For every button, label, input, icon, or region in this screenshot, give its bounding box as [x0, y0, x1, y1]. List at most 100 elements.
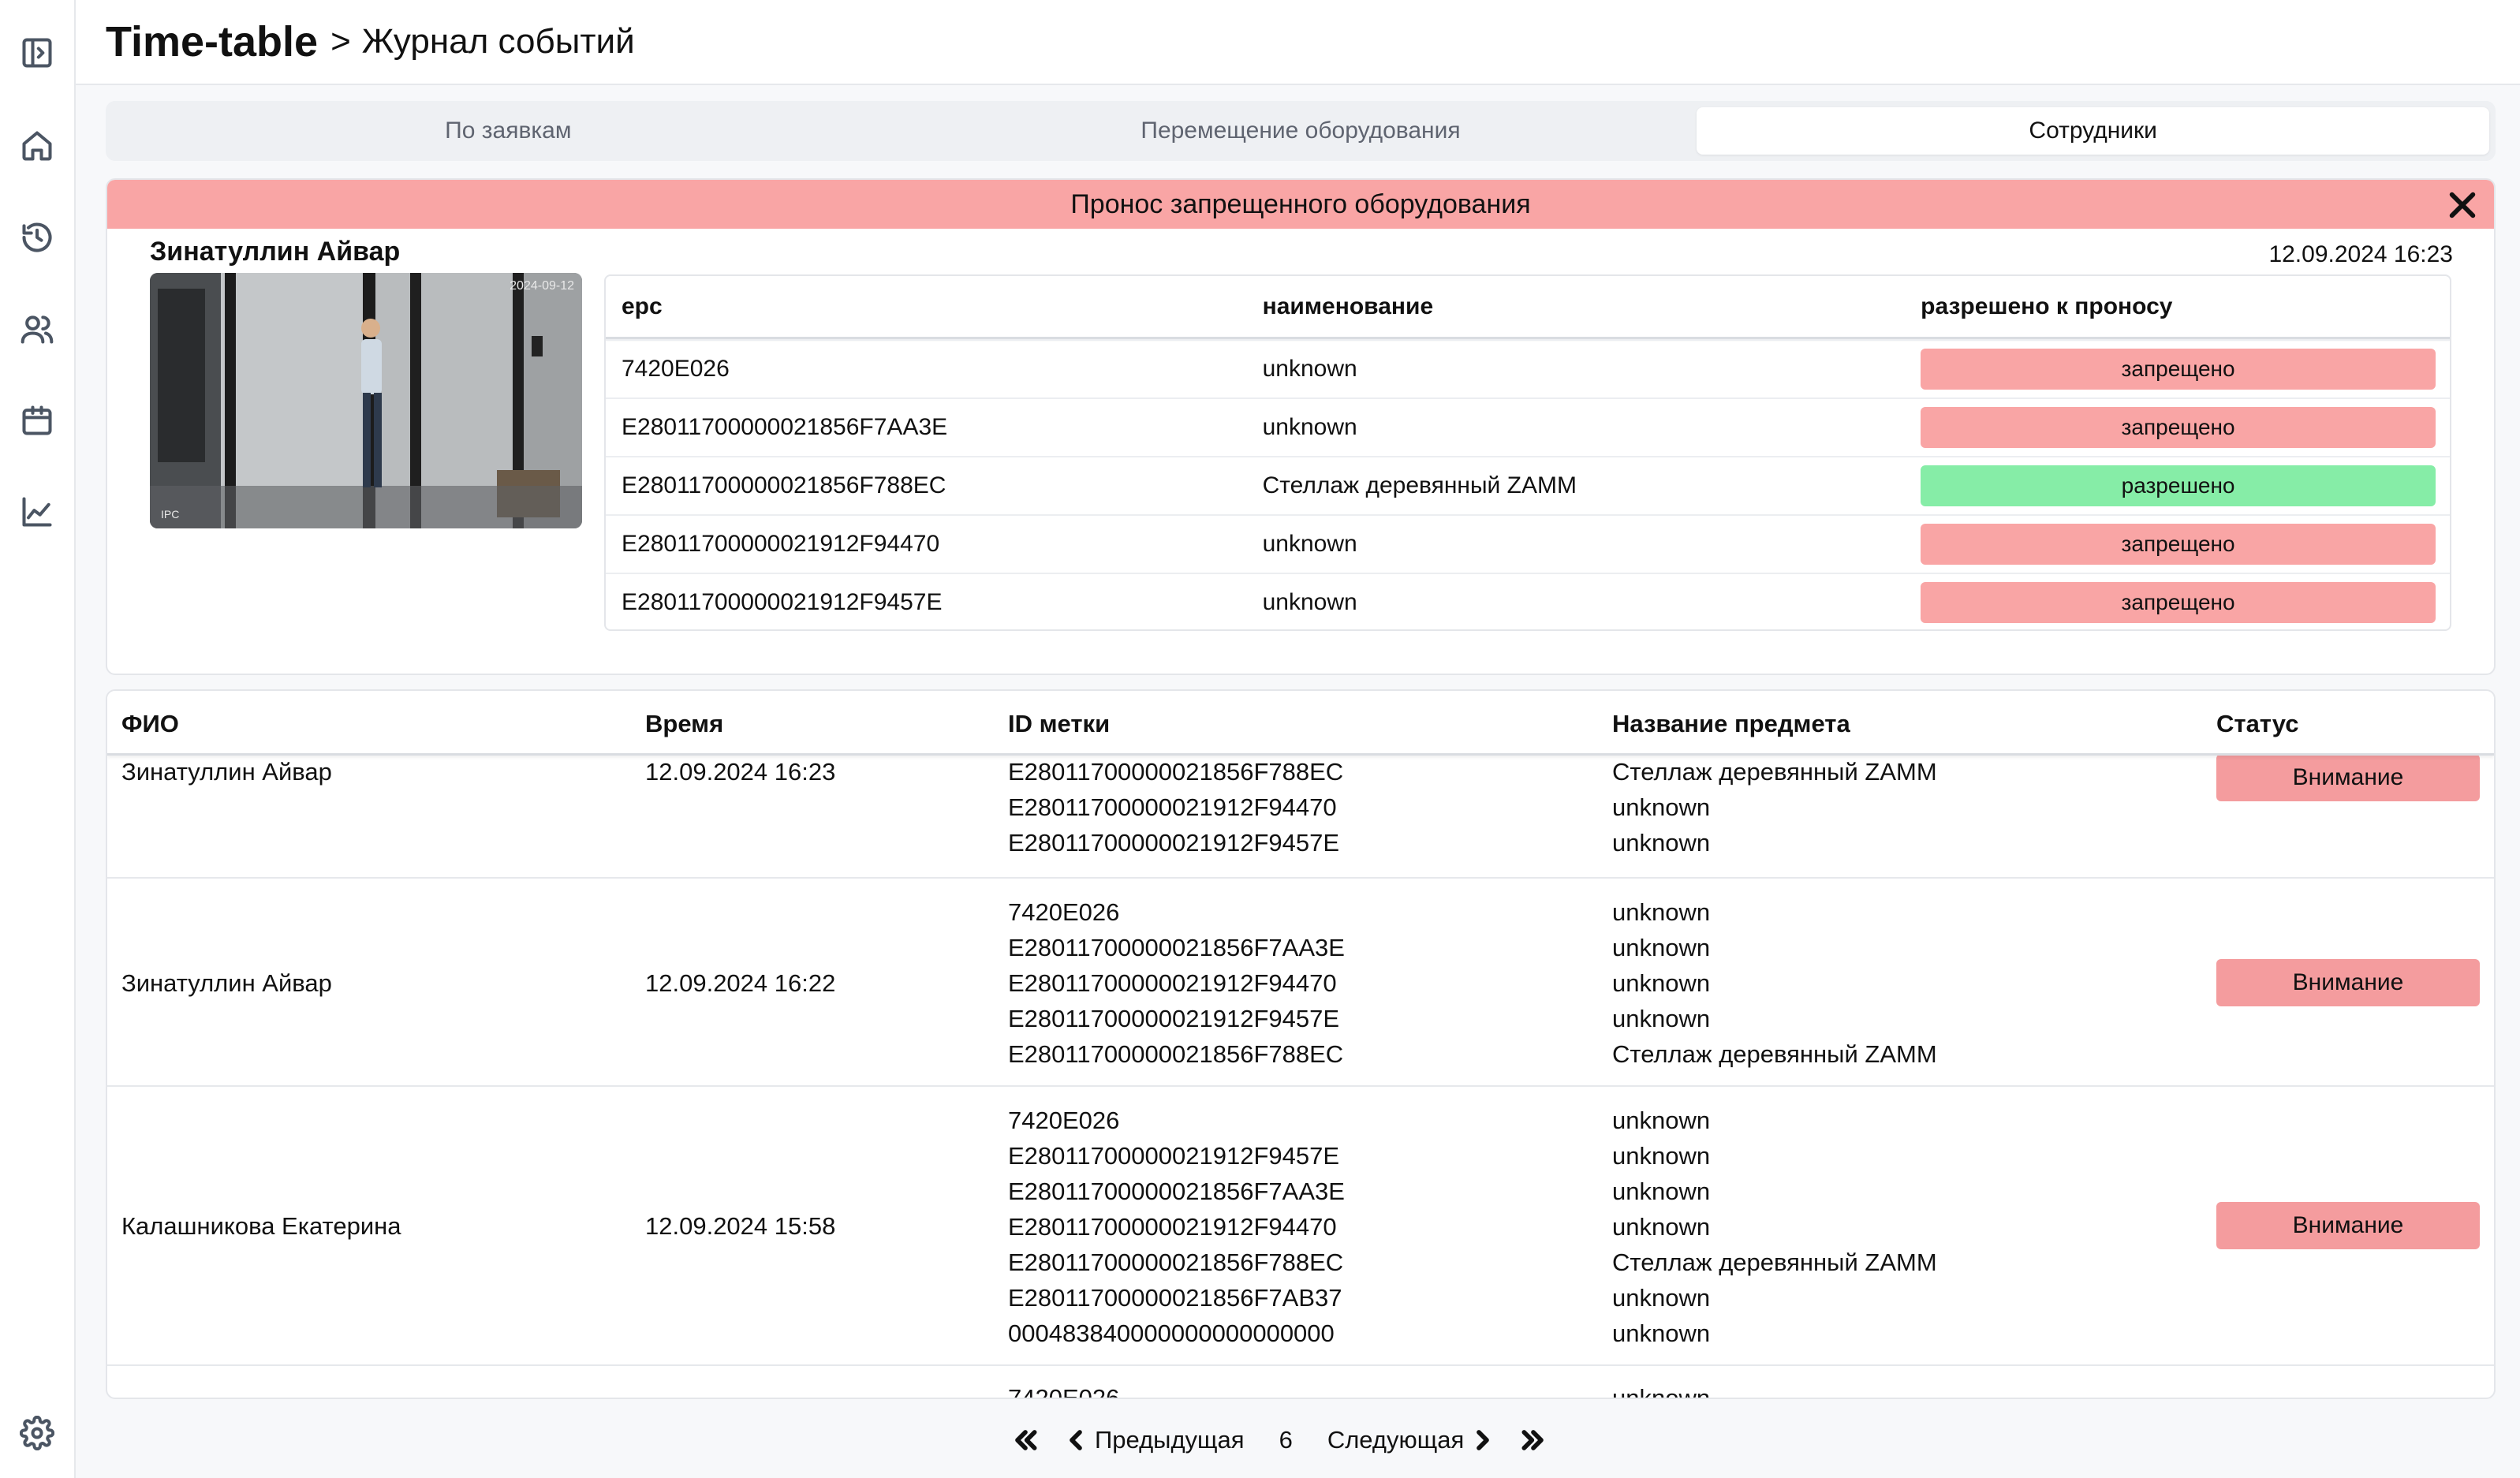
column-header-epc: epc: [622, 293, 663, 319]
item-name: unknown: [1612, 898, 1711, 926]
tag-id: 7420E026: [1008, 1107, 1120, 1134]
item-name: unknown: [1612, 934, 1711, 961]
last-page-icon[interactable]: [1518, 1424, 1549, 1456]
tag-id: E28011700000021856F7AA3E: [1008, 934, 1345, 961]
column-header-permission: разрешено к проносу: [1921, 293, 2173, 319]
chevron-left-icon: [1070, 1430, 1082, 1450]
tag-id-list: 7420E026 E28011700000021856F7AA3E E28011…: [1008, 894, 1345, 1072]
status-button[interactable]: Внимание: [2216, 1202, 2480, 1249]
table-row[interactable]: Зинатуллин Айвар 12.09.2024 16:23 E28011…: [107, 746, 2494, 879]
camera-snapshot[interactable]: 2024-09-12 IPC: [150, 273, 582, 528]
tag-id: E28011700000021912F94470: [1008, 793, 1337, 821]
photo-timestamp: 2024-09-12: [510, 279, 574, 293]
tab-employees[interactable]: Сотрудники: [1697, 107, 2490, 155]
tag-id: 7420E026: [1008, 898, 1120, 926]
chevron-right-icon: [1477, 1430, 1490, 1450]
event-time: 12.09.2024 16:23: [645, 758, 836, 786]
employee-name: Калашникова Екатерина: [121, 1212, 401, 1240]
first-page-icon[interactable]: [1010, 1424, 1041, 1456]
alert-datetime: 12.09.2024 16:23: [2268, 241, 2453, 267]
app-title[interactable]: Time-table: [106, 17, 318, 66]
item-name: unknown: [1612, 1005, 1711, 1032]
item-name: unknown: [1612, 1178, 1711, 1205]
alert-card: Пронос запрещенного оборудования Зинатул…: [106, 178, 2496, 675]
tab-equipment-movement[interactable]: Перемещение оборудования: [905, 107, 1697, 155]
status-button[interactable]: Внимание: [2216, 754, 2480, 801]
item-name: unknown: [1612, 1213, 1711, 1241]
tag-id-list: E28011700000021856F788EC E28011700000021…: [1008, 754, 1343, 860]
item-name: unknown: [1612, 1107, 1711, 1134]
table-row[interactable]: Зинатуллин Айвар 12.09.2024 16:22 7420E0…: [107, 879, 2494, 1087]
permission-badge: запрещено: [1921, 524, 2436, 565]
tag-id: E28011700000021856F7AA3E: [1008, 1178, 1345, 1205]
settings-icon[interactable]: [17, 1413, 57, 1453]
tag-id: E28011700000021912F94470: [1008, 969, 1337, 997]
tag-id: E28011700000021912F9457E: [1008, 829, 1340, 857]
table-row[interactable]: Калашникова Екатерина 12.09.2024 15:58 7…: [107, 1087, 2494, 1366]
permission-badge: разрешено: [1921, 465, 2436, 506]
employee-name: Зинатуллин Айвар: [121, 969, 332, 997]
item-name: Стеллаж деревянный ZAMM: [1612, 1040, 1937, 1068]
pagination: Предыдущая 6 Следующая: [1010, 1416, 1549, 1464]
item-name: unknown: [1612, 793, 1711, 821]
item-name-list: unknown unknown unknown unknown Стеллаж …: [1612, 894, 1937, 1072]
archive-icon[interactable]: [17, 401, 57, 440]
item-name: unknown: [1262, 414, 1357, 440]
history-icon[interactable]: [17, 218, 57, 257]
item-name: Стеллаж деревянный ZAMM: [1612, 1248, 1937, 1276]
column-header-time: Время: [645, 710, 724, 737]
tag-id: E28011700000021856F788EC: [1008, 1248, 1344, 1276]
column-header-item-name: Название предмета: [1612, 710, 1850, 737]
item-name-list: unknown unknown unknown unknown Стеллаж …: [1612, 1103, 1937, 1351]
previous-page-button[interactable]: Предыдущая: [1060, 1424, 1245, 1456]
table-row: E28011700000021856F788EC Стеллаж деревян…: [606, 456, 2450, 514]
column-header-tag-id: ID метки: [1008, 710, 1111, 737]
item-name: unknown: [1612, 829, 1711, 857]
events-table-header: ФИО Время ID метки Название предмета Ста…: [107, 691, 2494, 756]
breadcrumb-separator-icon: >: [330, 22, 351, 61]
item-name: unknown: [1612, 969, 1711, 997]
status-button[interactable]: Внимание: [2216, 959, 2480, 1006]
tab-bar: По заявкам Перемещение оборудования Сотр…: [106, 101, 2496, 161]
table-row: E28011700000021912F9457E unknown запреще…: [606, 573, 2450, 629]
alert-person-name: Зинатуллин Айвар: [150, 237, 401, 267]
epc-value: E28011700000021856F788EC: [622, 472, 946, 498]
table-row: 7420E026 unknown запрещено: [606, 339, 2450, 397]
epc-table-header: epc наименование разрешено к проносу: [606, 276, 2450, 339]
tag-id-list: 7420E026 E28011700000021912F9457E E28011…: [1008, 1103, 1345, 1351]
tab-requests[interactable]: По заявкам: [112, 107, 905, 155]
users-icon[interactable]: [17, 309, 57, 349]
photo-label: IPC: [161, 508, 180, 521]
events-table: ФИО Время ID метки Название предмета Ста…: [106, 689, 2496, 1399]
column-header-status: Статус: [2216, 710, 2299, 737]
tag-id: E28011700000021856F7AB37: [1008, 1284, 1342, 1312]
item-name: unknown: [1262, 531, 1357, 557]
table-row: E28011700000021912F94470 unknown запреще…: [606, 514, 2450, 573]
alert-banner: Пронос запрещенного оборудования: [107, 180, 2494, 229]
item-name: unknown: [1612, 1284, 1711, 1312]
item-name: unknown: [1612, 1319, 1711, 1347]
home-icon[interactable]: [17, 126, 57, 166]
item-name: unknown: [1262, 356, 1357, 382]
tag-id: E28011700000021856F788EC: [1008, 1040, 1344, 1068]
close-icon[interactable]: [2445, 188, 2480, 222]
tag-id: E28011700000021856F788EC: [1008, 758, 1344, 786]
event-time: 12.09.2024 16:22: [645, 969, 836, 997]
item-name: unknown: [1612, 1384, 1711, 1399]
table-row[interactable]: 7420E026 unknown: [107, 1366, 2494, 1399]
tag-id: E28011700000021912F9457E: [1008, 1005, 1340, 1032]
sidebar: [0, 0, 76, 1478]
chart-icon[interactable]: [17, 492, 57, 532]
sidebar-toggle-icon[interactable]: [17, 33, 57, 73]
tag-id: E28011700000021912F94470: [1008, 1213, 1337, 1241]
item-name: Стеллаж деревянный ZAMM: [1262, 472, 1577, 498]
permission-badge: запрещено: [1921, 582, 2436, 623]
tag-id: 000483840000000000000000: [1008, 1319, 1335, 1347]
permission-badge: запрещено: [1921, 349, 2436, 390]
item-name: Стеллаж деревянный ZAMM: [1612, 758, 1937, 786]
permission-badge: запрещено: [1921, 407, 2436, 448]
next-page-button[interactable]: Следующая: [1327, 1424, 1499, 1456]
alert-title: Пронос запрещенного оборудования: [1070, 188, 1531, 219]
event-time: 12.09.2024 15:58: [645, 1212, 836, 1240]
item-name: unknown: [1612, 1142, 1711, 1170]
